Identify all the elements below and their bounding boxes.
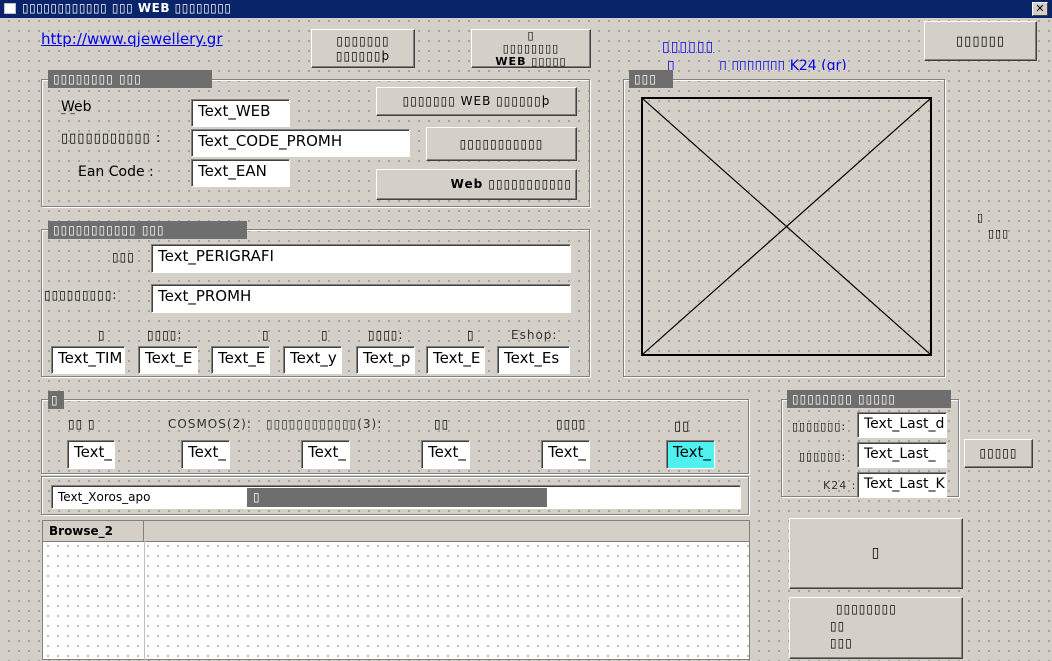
last-label-2: ▯▯▯▯▯▯: xyxy=(799,450,847,463)
image-group-title: ▯▯▯ xyxy=(629,70,673,88)
stock-group xyxy=(41,399,749,474)
bottom-info-line3: ▯▯▯ xyxy=(830,636,853,650)
small-label-3: ▯ xyxy=(262,328,270,342)
small-label-1: ▯ xyxy=(98,328,106,342)
stock-field-3[interactable]: Text_ xyxy=(301,440,350,469)
window-title: ▯▯▯▯▯▯▯▯▯▯▯▯ ▯▯▯ WEB ▯▯▯▯▯▯▯▯ xyxy=(22,1,232,15)
price-info-a: ▯ xyxy=(667,58,675,70)
promh-field[interactable]: Text_PROMH xyxy=(151,284,571,313)
web-field[interactable]: Text_WEB xyxy=(191,99,290,127)
app-icon xyxy=(4,3,16,14)
last-values-side-button[interactable]: ▯▯▯▯▯ xyxy=(964,439,1033,468)
web-group-title: ▯▯▯▯▯▯▯▯ ▯▯▯ xyxy=(48,70,212,88)
eshop-field[interactable]: Text_Es xyxy=(497,346,570,374)
small-field-5[interactable]: Text_p xyxy=(356,346,415,374)
small-label-eshop: Eshop: xyxy=(511,328,558,342)
stock-field-6[interactable]: Text_ xyxy=(666,440,715,469)
browse-grid[interactable]: Browse_2 xyxy=(42,520,750,661)
side-label-1: ▯ xyxy=(977,211,985,224)
window-titlebar: ▯▯▯▯▯▯▯▯▯▯▯▯ ▯▯▯ WEB ▯▯▯▯▯▯▯▯ ✕ xyxy=(0,0,1052,18)
browse-column-header[interactable]: Browse_2 xyxy=(43,521,144,541)
stock-label-5: ▯▯▯▯ xyxy=(556,417,587,431)
price-link[interactable]: ▯▯▯▯▯▯ xyxy=(662,39,714,55)
product-image-placeholder[interactable] xyxy=(641,97,932,356)
description-group-title: ▯▯▯▯▯▯▯▯▯▯▯ ▯▯▯ xyxy=(48,221,247,239)
last-label-1: ▯▯▯▯▯▯▯: xyxy=(792,420,847,433)
small-field-2[interactable]: Text_E xyxy=(138,346,198,374)
price-info-b: ▯ ▯▯▯▯▯▯▯ K24 (gr) xyxy=(719,58,847,70)
small-label-6: ▯ xyxy=(467,328,475,342)
close-button[interactable]: ✕ xyxy=(1032,2,1048,16)
last-values-group-title: ▯▯▯▯▯▯▯▯ ▯▯▯▯▯ xyxy=(787,390,951,408)
stock-label-cosmos: COSMOS(2): xyxy=(168,417,252,431)
bottom-info-line1: ▯▯▯▯▯▯▯▯ xyxy=(836,602,897,616)
image-placeholder-icon xyxy=(643,99,930,354)
small-field-6[interactable]: Text_E xyxy=(426,346,485,374)
stock-label-3: ▯▯▯▯▯▯▯▯▯▯▯▯(3): xyxy=(266,417,383,431)
bottom-info-line2: ▯▯ xyxy=(830,619,846,633)
code-field[interactable]: Text_CODE_PROMH xyxy=(191,129,410,157)
small-label-4: ▯ xyxy=(321,328,329,342)
stock-label-6: ▯▯ xyxy=(674,419,691,434)
last-field-2[interactable]: Text_Last_ xyxy=(857,442,947,468)
last-label-k24: K24 : xyxy=(823,479,857,492)
last-field-k24[interactable]: Text_Last_K xyxy=(857,472,947,498)
ean-field[interactable]: Text_EAN xyxy=(191,159,290,187)
small-label-2: ▯▯▯▯: xyxy=(147,328,183,342)
browse-grid-header: Browse_2 xyxy=(43,521,749,542)
small-field-3[interactable]: Text_E xyxy=(211,346,270,374)
browse-column-divider xyxy=(144,541,145,661)
ean-label: Ean Code : xyxy=(78,164,154,180)
website-link[interactable]: http://www.qjewellery.gr xyxy=(41,30,223,48)
stock-group-title: ▯ xyxy=(48,391,64,409)
side-label-2: ▯▯▯ xyxy=(988,227,1010,240)
header-button-web[interactable]: ▯ ▯▯▯▯▯▯▯▯ WEB ▯▯▯▯▯ xyxy=(471,29,591,68)
promh-label: ▯▯▯▯▯▯▯▯▯: xyxy=(44,288,118,302)
stock-label-4: ▯▯ xyxy=(434,417,450,431)
header-button-web-line1: ▯ xyxy=(527,29,535,42)
exit-button[interactable]: ▯▯▯▯▯▯ xyxy=(924,21,1037,61)
perigrafi-label: ▯▯▯ xyxy=(112,250,135,264)
xoros-field-text: Text_Xoros_apo xyxy=(58,490,151,504)
search-web-button[interactable]: ▯▯▯▯▯▯▯ WEB ▯▯▯▯▯▯þ xyxy=(376,87,577,116)
perigrafi-field[interactable]: Text_PERIGRAFI xyxy=(151,244,571,273)
last-field-1[interactable]: Text_Last_d xyxy=(857,412,947,438)
bottom-info-button[interactable]: ▯▯▯▯▯▯▯▯ ▯▯ ▯▯▯ xyxy=(789,597,963,659)
xoros-progress-bar: ▯ xyxy=(247,488,547,507)
stock-field-5[interactable]: Text_ xyxy=(541,440,590,469)
header-button-one[interactable]: ▯▯▯▯▯▯▯ ▯▯▯▯▯▯þ xyxy=(311,29,415,68)
search-button[interactable]: ▯▯▯▯▯▯▯▯▯▯▯ xyxy=(426,127,577,161)
bottom-action-button[interactable]: ▯ xyxy=(789,518,963,589)
price-info: ▯ ▯ ▯▯▯▯▯▯▯ K24 (gr) xyxy=(667,58,882,70)
header-button-web-line3: WEB ▯▯▯▯▯ xyxy=(495,55,567,68)
small-label-5: ▯▯▯▯: xyxy=(368,328,404,342)
stock-label-1: ▯▯ ▯ xyxy=(68,417,96,431)
code-label: ▯▯▯▯▯▯▯▯▯▯▯ : xyxy=(61,131,162,146)
stock-field-4[interactable]: Text_ xyxy=(421,440,470,469)
stock-field-2[interactable]: Text_ xyxy=(181,440,230,469)
stock-field-1[interactable]: Text_ xyxy=(67,440,115,469)
small-field-4[interactable]: Text_y xyxy=(283,346,342,374)
small-field-1[interactable]: Text_TIM xyxy=(51,346,125,374)
header-button-web-line2: ▯▯▯▯▯▯▯▯ xyxy=(502,42,560,55)
web-label-sub: ‾ ‾ xyxy=(61,113,76,123)
web-action-button[interactable]: Web ▯▯▯▯▯▯▯▯▯▯▯ xyxy=(376,169,577,200)
